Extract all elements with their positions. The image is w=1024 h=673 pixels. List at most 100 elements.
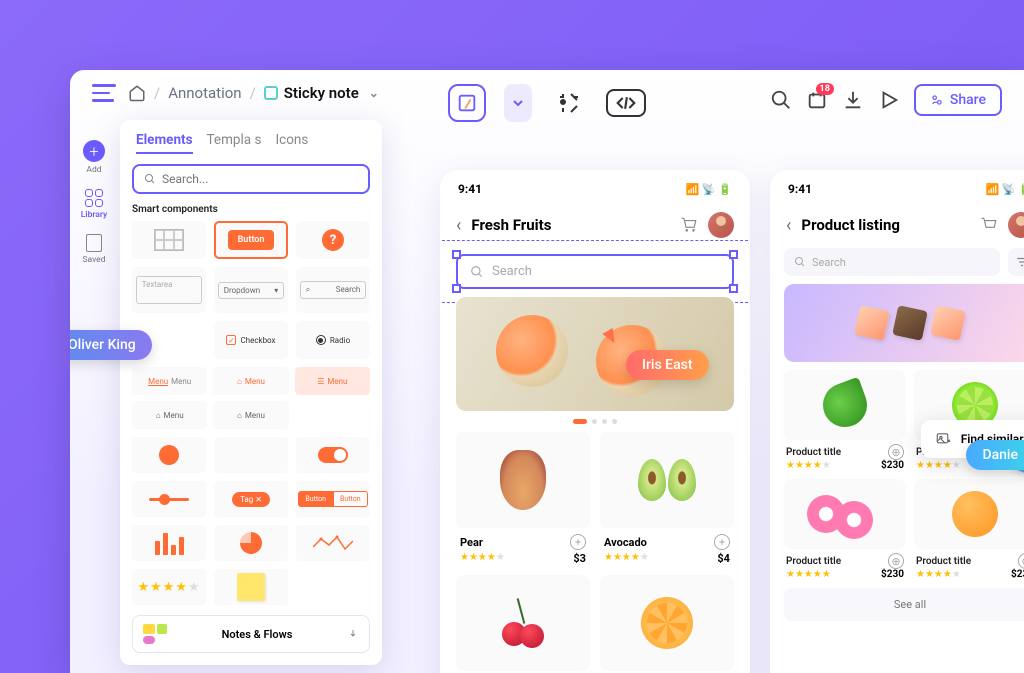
- tab-templates[interactable]: Templa s: [207, 132, 262, 154]
- mockup-search-input[interactable]: Search: [456, 254, 734, 289]
- search-placeholder: Search: [492, 264, 532, 279]
- comp-menu-1[interactable]: Menu Menu: [132, 367, 207, 395]
- add-to-cart-icon[interactable]: +: [714, 534, 730, 550]
- product-card-cherry[interactable]: [456, 575, 590, 673]
- selection-handle[interactable]: [729, 250, 738, 259]
- product-card-pear[interactable]: Pear+ ★★★★★$3: [456, 432, 590, 565]
- toolbar-right: 18 Share: [770, 84, 1002, 116]
- product-card-orange[interactable]: [600, 575, 734, 673]
- product-image: [784, 370, 906, 440]
- chevron-down-icon: ⌄: [369, 86, 379, 100]
- rail-saved-label: Saved: [83, 255, 106, 265]
- comp-table[interactable]: [132, 221, 206, 259]
- comp-button-group[interactable]: ButtonButton: [296, 481, 370, 517]
- m2-product-card[interactable]: Product title⊕ ★★★★★$230: [914, 479, 1024, 580]
- search-icon[interactable]: [770, 89, 792, 111]
- comp-rating[interactable]: ★★★★★: [132, 569, 206, 605]
- download-icon[interactable]: [842, 89, 864, 111]
- collaborator-cursor-oliver: Oliver King: [70, 330, 152, 360]
- share-button[interactable]: Share: [914, 84, 1002, 116]
- notifications-button[interactable]: 18: [806, 89, 828, 111]
- image-search-icon: [935, 430, 953, 448]
- product-price: $4: [717, 552, 730, 565]
- comp-menu-5[interactable]: ⌂ Menu: [213, 401, 288, 429]
- add-to-cart-icon[interactable]: +: [570, 534, 586, 550]
- autolayout-tool-button[interactable]: [550, 84, 588, 122]
- add-icon[interactable]: ⊕: [1018, 553, 1024, 569]
- comp-menu-2[interactable]: ⌂ Menu: [213, 367, 288, 395]
- search-placeholder: Search: [812, 256, 846, 269]
- product-title: Product title: [786, 447, 841, 458]
- product-grid-2: Product title⊕ ★★★★★$230 Product title⊕ …: [770, 370, 1024, 580]
- back-icon[interactable]: ‹: [786, 215, 791, 236]
- comp-checkbox[interactable]: ✓Checkbox: [214, 321, 288, 359]
- mockup-title: Fresh Fruits: [471, 216, 670, 234]
- avatar[interactable]: [708, 212, 734, 238]
- m2-product-card[interactable]: Product title⊕ ★★★★★$230: [784, 370, 906, 471]
- comp-empty[interactable]: [214, 437, 288, 473]
- play-icon[interactable]: [878, 89, 900, 111]
- comp-slider[interactable]: [132, 481, 206, 517]
- status-bar: 9:41 📶 📡 🔋: [440, 170, 750, 208]
- shape-row-2: Tag ✕ ButtonButton: [132, 481, 370, 517]
- breadcrumb-current-label: Sticky note: [284, 84, 359, 102]
- menu-components: Menu Menu ⌂ Menu ☰ Menu ⌂ Menu ⌂ Menu: [132, 367, 370, 429]
- panel-search-input[interactable]: [162, 172, 358, 186]
- panel-search[interactable]: [132, 164, 370, 194]
- frame-tool-button[interactable]: [448, 84, 486, 122]
- comp-menu-3[interactable]: ☰ Menu: [295, 367, 370, 395]
- frame-dropdown-button[interactable]: [504, 84, 532, 122]
- add-icon[interactable]: ⊕: [888, 444, 904, 460]
- comp-help[interactable]: ?: [296, 221, 370, 259]
- avatar[interactable]: [1008, 212, 1024, 238]
- product-image: [456, 432, 590, 528]
- comp-empty-2[interactable]: [296, 569, 370, 605]
- selection-handle[interactable]: [452, 250, 461, 259]
- comp-search[interactable]: ⌕Search: [296, 267, 370, 313]
- comp-sticky-note[interactable]: [214, 569, 288, 605]
- m2-product-card[interactable]: Product title⊕ ★★★★★$230: [784, 479, 906, 580]
- hero-banner[interactable]: [784, 284, 1024, 362]
- rail-add[interactable]: + Add: [83, 140, 105, 175]
- collaborator-cursor-danie: Danie: [966, 440, 1024, 470]
- comp-menu-4[interactable]: ⌂ Menu: [132, 401, 207, 429]
- comp-line-chart[interactable]: [296, 525, 370, 561]
- status-time: 9:41: [788, 182, 812, 196]
- product-card-avocado[interactable]: Avocado+ ★★★★★$4: [600, 432, 734, 565]
- cart-icon[interactable]: [680, 216, 698, 234]
- filter-button[interactable]: [1008, 248, 1024, 276]
- code-tool-button[interactable]: [606, 89, 646, 117]
- comp-toggle[interactable]: [296, 437, 370, 473]
- components-panel: Elements Templa s Icons Smart components…: [120, 120, 382, 665]
- breadcrumb-current[interactable]: Sticky note ⌄: [264, 84, 379, 102]
- selection-handle[interactable]: [452, 284, 461, 293]
- status-bar: 9:41 📶 📡 🔋: [770, 170, 1024, 208]
- comp-radio[interactable]: Radio: [296, 321, 370, 359]
- saved-icon: [86, 234, 102, 252]
- rail-saved[interactable]: Saved: [83, 234, 106, 265]
- comp-bar-chart[interactable]: [132, 525, 206, 561]
- app-window: / Annotation / Sticky note ⌄ 18: [70, 70, 1024, 673]
- selection-handle[interactable]: [729, 284, 738, 293]
- comp-avatar[interactable]: [132, 437, 206, 473]
- tab-icons[interactable]: Icons: [275, 132, 308, 154]
- breadcrumb-item[interactable]: Annotation: [168, 84, 241, 102]
- carousel-dots[interactable]: [440, 419, 750, 424]
- comp-tag[interactable]: Tag ✕: [214, 481, 288, 517]
- add-icon[interactable]: ⊕: [888, 553, 904, 569]
- comp-dropdown[interactable]: Dropdown▾: [214, 267, 288, 313]
- mockup-product-listing[interactable]: 9:41 📶 📡 🔋 ‹ Product listing Search Find…: [770, 170, 1024, 673]
- rail-library[interactable]: Library: [81, 189, 107, 220]
- comp-textarea[interactable]: Textarea: [132, 267, 206, 313]
- see-all-button[interactable]: See all: [784, 588, 1024, 621]
- mockup-fresh-fruits[interactable]: 9:41 📶 📡 🔋 ‹ Fresh Fruits Search: [440, 170, 750, 673]
- cart-icon[interactable]: [980, 216, 998, 234]
- notes-flows-section[interactable]: Notes & Flows: [132, 615, 370, 653]
- menu-icon[interactable]: [92, 84, 116, 102]
- home-icon[interactable]: [128, 84, 146, 102]
- comp-pie-chart[interactable]: [214, 525, 288, 561]
- tab-elements[interactable]: Elements: [136, 132, 193, 154]
- comp-button[interactable]: Button: [214, 221, 288, 259]
- mockup2-search-input[interactable]: Search: [784, 248, 1000, 276]
- back-icon[interactable]: ‹: [456, 215, 461, 236]
